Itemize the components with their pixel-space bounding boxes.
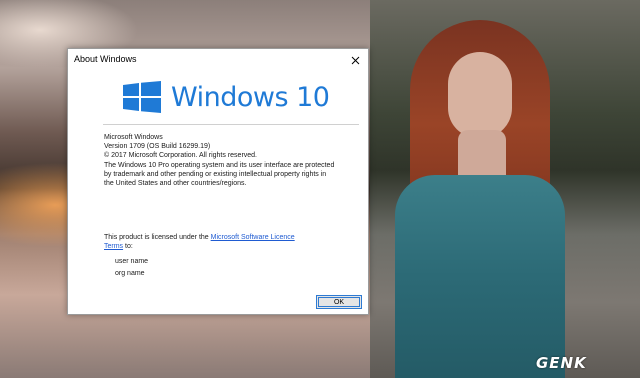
license-terms-link[interactable]: Microsoft Software Licence [211, 234, 295, 241]
wallpaper-woman-face [448, 52, 512, 138]
close-icon [351, 56, 359, 64]
legal-text: The Windows 10 Pro operating system and … [104, 161, 360, 188]
license-prefix: This product is licensed under the [104, 234, 211, 241]
about-windows-dialog: About Windows Windows 10 Microsoft Windo… [67, 48, 369, 315]
licensee-info: user name org name [115, 256, 148, 280]
version-text: Version 1709 (OS Build 16299.19) [104, 143, 211, 150]
user-name: user name [115, 258, 149, 265]
legal-line: The Windows 10 Pro operating system and … [104, 162, 335, 169]
org-name: org name [115, 270, 145, 277]
product-name: Microsoft Windows [104, 134, 163, 141]
license-terms-link-continued[interactable]: Terms [104, 243, 123, 250]
version-info: Microsoft Windows Version 1709 (OS Build… [104, 133, 360, 188]
divider [103, 124, 359, 125]
ok-button[interactable]: OK [316, 295, 362, 309]
watermark-logo: GENK [536, 354, 587, 372]
windows-logo-text: Windows 10 [171, 81, 330, 113]
wallpaper-woman-dress [395, 175, 565, 378]
license-suffix: to: [123, 243, 133, 250]
legal-line: the United States and other countries/re… [104, 180, 247, 187]
close-button[interactable] [342, 49, 368, 71]
windows-logo-row: Windows 10 [123, 81, 330, 113]
windows-logo-icon [123, 81, 161, 113]
copyright-text: © 2017 Microsoft Corporation. All rights… [104, 152, 258, 159]
title-bar[interactable]: About Windows [68, 49, 368, 71]
license-text: This product is licensed under the Micro… [104, 233, 360, 251]
dialog-title: About Windows [74, 54, 137, 64]
legal-line: by trademark and other pending or existi… [104, 171, 327, 178]
